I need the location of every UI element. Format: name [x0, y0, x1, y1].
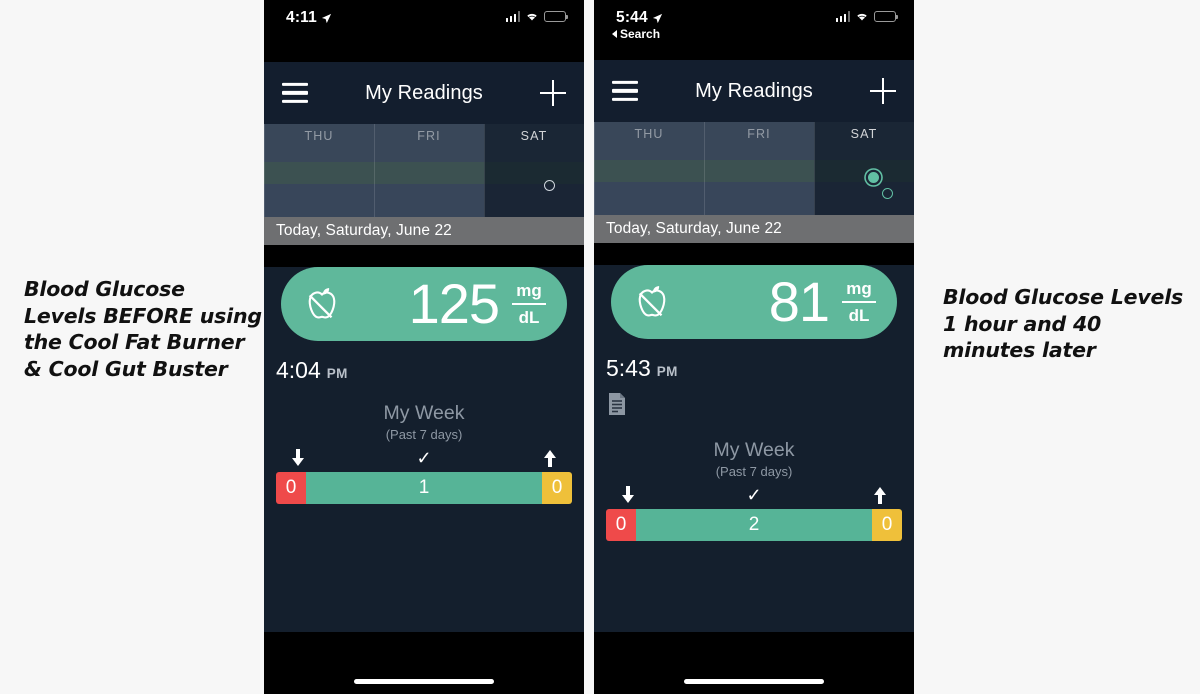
arrow-down-icon [622, 486, 634, 503]
phone-after: 5:44 Search My Readings THU FRI SAT Toda… [594, 0, 914, 694]
arrow-up-icon [874, 487, 886, 504]
unit-denominator: dL [848, 306, 870, 325]
glucose-units: mg dL [837, 278, 897, 327]
high-count: 0 [542, 472, 572, 504]
status-time: 4:11 [286, 9, 317, 26]
page-title: My Readings [695, 79, 813, 102]
home-indicator[interactable] [684, 679, 824, 684]
glucose-reading-card[interactable]: 81 mg dL [611, 265, 897, 339]
status-bar-after: 5:44 Search [594, 0, 914, 60]
location-arrow-icon [652, 13, 662, 23]
back-label: Search [620, 27, 661, 41]
cellular-bars-icon [835, 11, 850, 22]
my-week-subtitle: (Past 7 days) [715, 464, 793, 479]
home-indicator-area [594, 632, 914, 694]
day-label: THU [634, 127, 664, 141]
range-summary-bar[interactable]: 0 1 0 [276, 472, 572, 504]
in-range-count: 2 [636, 509, 872, 541]
range-legend: ✓ [606, 485, 902, 507]
reading-time: 5:43 [606, 355, 651, 381]
chart-column-thu[interactable]: THU [594, 122, 704, 215]
status-time-group: 4:11 [286, 9, 332, 27]
wifi-icon [857, 13, 867, 21]
screenshot-stage: Blood Glucose Levels BEFORE using the Co… [0, 0, 1200, 694]
reading-time-row: 5:43 PM [606, 355, 914, 382]
my-week-section-before: My Week (Past 7 days) ✓ 0 1 0 [264, 402, 584, 504]
chart-column-thu[interactable]: THU [264, 124, 374, 217]
status-bar-before: 4:11 [264, 0, 584, 62]
my-week-subtitle: (Past 7 days) [385, 427, 463, 442]
home-indicator-area [264, 632, 584, 694]
battery-low-icon [874, 11, 899, 22]
wifi-icon [527, 13, 537, 21]
arrow-up-icon [544, 450, 556, 467]
page-title: My Readings [365, 81, 483, 104]
phone-before: 4:11 My Readings THU FRI SAT Today, Satu… [264, 0, 584, 694]
unit-numerator: mg [846, 278, 872, 298]
reading-dot-selected[interactable] [868, 172, 879, 183]
my-week-section-after: My Week (Past 7 days) ✓ 0 2 0 [594, 439, 914, 541]
home-indicator[interactable] [354, 679, 494, 684]
unit-denominator: dL [518, 308, 540, 327]
plus-icon[interactable] [870, 78, 896, 104]
unit-numerator: mg [516, 280, 542, 300]
location-arrow-icon [321, 13, 332, 23]
chart-column-fri[interactable]: FRI [704, 122, 814, 215]
check-icon: ✓ [416, 448, 432, 468]
day-label: FRI [747, 127, 771, 141]
reading-dot[interactable] [544, 180, 555, 191]
high-count: 0 [872, 509, 902, 541]
unit-divider [842, 301, 876, 303]
low-count: 0 [276, 472, 306, 504]
reading-time: 4:04 [276, 357, 321, 383]
date-bar: Today, Saturday, June 22 [264, 217, 584, 245]
glucose-units: mg dL [507, 280, 567, 329]
status-time-group: 5:44 [616, 9, 663, 27]
reading-meridiem: PM [656, 364, 678, 379]
nav-bar-after: My Readings [594, 60, 914, 122]
plus-icon[interactable] [540, 80, 566, 106]
back-triangle-icon [612, 30, 617, 38]
day-label: SAT [850, 127, 878, 141]
battery-low-icon [544, 11, 569, 22]
status-indicators [505, 11, 569, 22]
glucose-reading-card[interactable]: 125 mg dL [281, 267, 567, 341]
status-time: 5:44 [616, 9, 648, 26]
day-label: THU [304, 129, 334, 143]
day-label: SAT [520, 129, 548, 143]
back-to-search-button[interactable]: Search [612, 27, 660, 41]
reading-dot[interactable] [882, 188, 893, 199]
my-week-title: My Week [713, 439, 795, 461]
hamburger-menu-icon[interactable] [612, 80, 638, 102]
nav-bar-before: My Readings [264, 62, 584, 124]
chart-column-sat[interactable]: SAT [484, 124, 584, 217]
no-food-apple-icon [638, 286, 666, 317]
reading-meridiem: PM [326, 366, 348, 381]
arrow-down-icon [292, 449, 304, 466]
range-summary-bar[interactable]: 0 2 0 [606, 509, 902, 541]
my-week-title: My Week [383, 402, 465, 424]
phone-body-before: 125 mg dL 4:04 PM My Week (Past 7 days) [264, 267, 584, 694]
caption-left: Blood Glucose Levels BEFORE using the Co… [24, 277, 262, 381]
chart-column-fri[interactable]: FRI [374, 124, 484, 217]
caption-right: Blood Glucose Levels 1 hour and 40 minut… [943, 285, 1184, 362]
no-food-apple-icon [308, 288, 336, 319]
week-chart-before[interactable]: THU FRI SAT [264, 124, 584, 217]
hamburger-menu-icon[interactable] [282, 82, 308, 104]
note-document-icon[interactable] [607, 392, 627, 416]
status-indicators [835, 11, 899, 22]
in-range-count: 1 [306, 472, 542, 504]
low-count: 0 [606, 509, 636, 541]
cellular-bars-icon [505, 11, 520, 22]
range-legend: ✓ [276, 448, 572, 470]
day-label: FRI [417, 129, 441, 143]
check-icon: ✓ [746, 485, 762, 505]
week-chart-after[interactable]: THU FRI SAT [594, 122, 914, 215]
date-bar: Today, Saturday, June 22 [594, 215, 914, 243]
phone-body-after: 81 mg dL 5:43 PM My Week (Past 7 days) ✓… [594, 265, 914, 694]
unit-divider [512, 303, 546, 305]
reading-time-row: 4:04 PM [276, 357, 584, 384]
chart-column-sat[interactable]: SAT [814, 122, 914, 215]
